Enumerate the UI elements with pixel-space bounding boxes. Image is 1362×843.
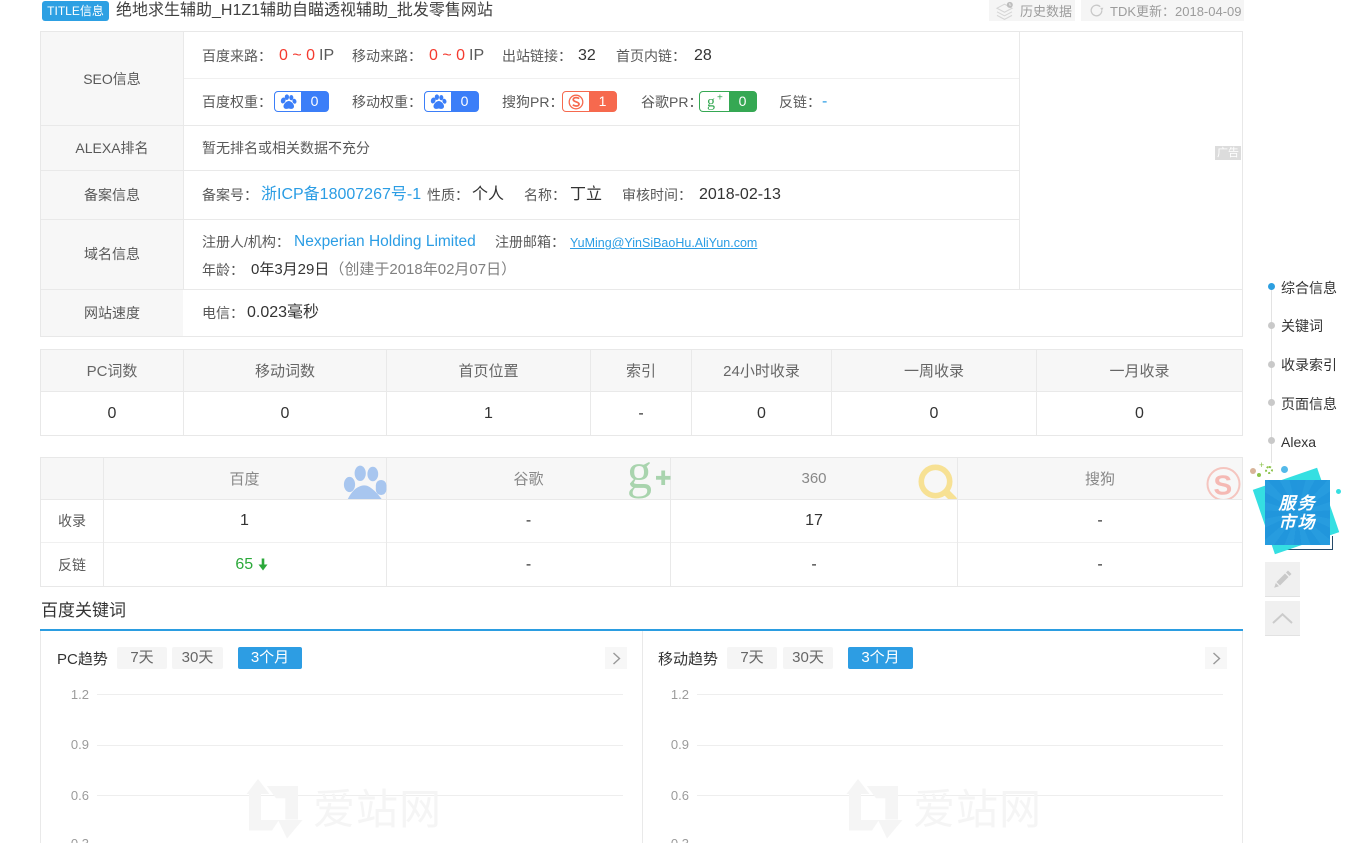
svg-text:+: + [717,93,723,104]
svg-text:S: S [1214,470,1233,500]
svg-text:g: g [707,94,715,111]
